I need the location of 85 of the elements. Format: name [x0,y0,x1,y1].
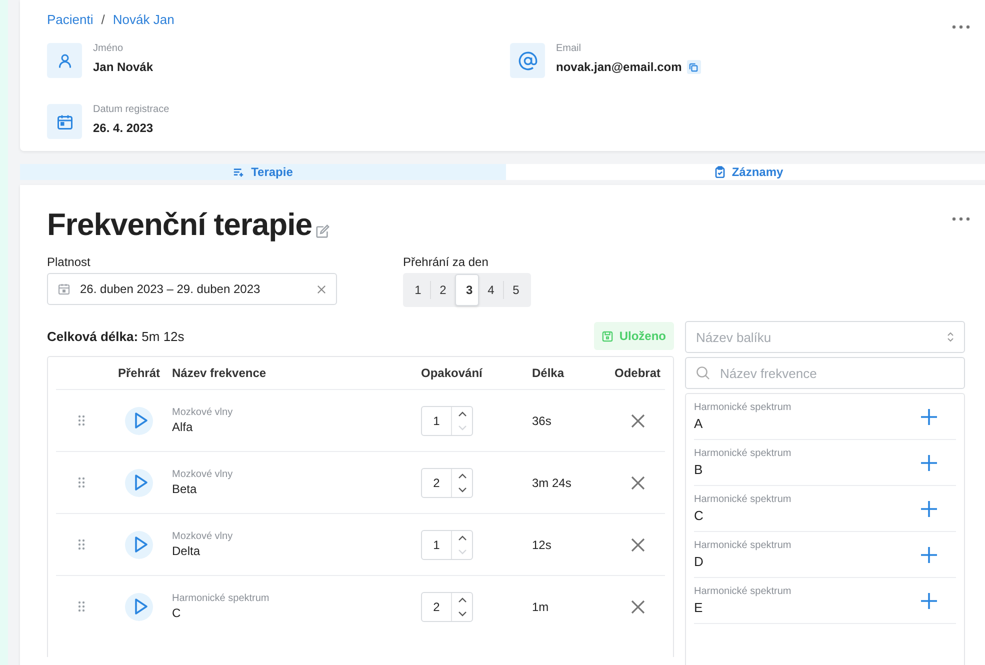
play-icon [134,536,148,553]
add-icon[interactable] [921,454,937,470]
frequency-length: 12s [532,538,552,552]
play-icon [134,412,148,429]
at-sign-icon [510,43,545,78]
field-label: Jméno [93,43,124,54]
field-value: 26. 4. 2023 [93,121,154,135]
tab[interactable]: Záznamy [506,164,985,180]
frequency-length: 36s [532,414,552,428]
total-length: Celková délka: 5m 12s [47,328,184,344]
chevron-up-down-icon [947,332,954,342]
frequency-length: 1m [532,600,550,614]
drag-handle-icon[interactable] [78,415,84,426]
more-icon[interactable] [952,217,970,221]
column-header: Opakování [421,366,484,380]
calendar-icon [47,104,82,139]
add-icon[interactable] [921,408,937,424]
frequency-name: C [172,606,182,620]
frequency-category: Mozkové vlny [172,469,234,480]
frequency-category: Harmonické spektrum [694,494,792,505]
repeat-stepper[interactable]: 2 [421,592,473,622]
date-range-field[interactable]: 26. duben 2023 – 29. duben 2023 [47,273,337,305]
play-button[interactable] [125,530,153,558]
calendar-icon [58,283,70,295]
frequency-name: B [694,462,704,477]
tab[interactable]: Terapie [20,164,506,180]
field-value: Jan Novák [93,60,154,74]
frequency-name: D [694,554,704,569]
column-header: Přehrát [116,366,162,380]
page-title: Frekvenční terapie [47,207,312,243]
clear-icon[interactable] [317,284,326,294]
search-icon [696,366,710,380]
frequency-name: E [694,600,704,615]
breadcrumb-separator: / [101,12,105,27]
frequency-category: Harmonické spektrum [694,448,792,459]
segment-option[interactable]: 5 [504,276,528,304]
drag-handle-icon[interactable] [78,477,84,488]
column-header: Odebrat [613,366,662,380]
add-icon[interactable] [921,500,937,516]
frequency-category: Harmonické spektrum [694,402,792,413]
field-label: Email [556,43,582,54]
remove-icon[interactable] [630,538,644,552]
frequency-name: Alfa [172,420,194,434]
more-icon[interactable] [952,25,970,29]
copy-icon[interactable] [686,60,701,74]
column-header: Délka [532,366,566,380]
frequency-category: Harmonické spektrum [694,540,792,551]
list-add-icon [233,167,244,177]
breadcrumb-link[interactable]: Pacienti [47,12,94,27]
segment-option[interactable]: 1 [406,276,430,304]
field-label: Přehrání za den [403,255,490,269]
frequency-name: A [694,416,704,431]
frequency-name: C [694,508,704,523]
frequency-category: Harmonické spektrum [172,593,270,604]
clipboard-check-icon [714,166,725,178]
play-button[interactable] [125,592,153,620]
frequency-category: Harmonické spektrum [694,586,792,597]
frequency-name: Beta [172,482,198,496]
remove-icon[interactable] [630,600,644,614]
play-button[interactable] [125,406,153,434]
repeat-stepper[interactable]: 2 [421,468,473,498]
field-label: Datum registrace [93,104,170,115]
segment-option[interactable]: 4 [479,276,503,304]
column-header: Název frekvence [172,366,268,380]
field-value: novak.jan@email.com [556,60,682,74]
breadcrumb-link[interactable]: Novák Jan [112,12,174,27]
segment-option[interactable]: 2 [431,276,455,304]
drag-handle-icon[interactable] [78,601,84,612]
remove-icon[interactable] [630,476,644,490]
play-icon [134,474,148,491]
frequency-name: Delta [172,544,202,558]
play-icon [134,598,148,615]
drag-handle-icon[interactable] [78,539,84,550]
add-icon[interactable] [921,546,937,562]
person-icon [47,43,82,78]
field-label: Platnost [47,255,92,269]
repeat-stepper[interactable]: 1 [421,530,473,560]
segment-option[interactable]: 3 [455,274,479,306]
frequency-category: Mozkové vlny [172,531,234,542]
frequency-length: 3m 24s [532,476,572,490]
play-button[interactable] [125,468,153,496]
add-icon[interactable] [921,592,937,608]
frequency-category: Mozkové vlny [172,407,234,418]
remove-icon[interactable] [630,414,644,428]
repeat-stepper[interactable]: 1 [421,406,473,436]
